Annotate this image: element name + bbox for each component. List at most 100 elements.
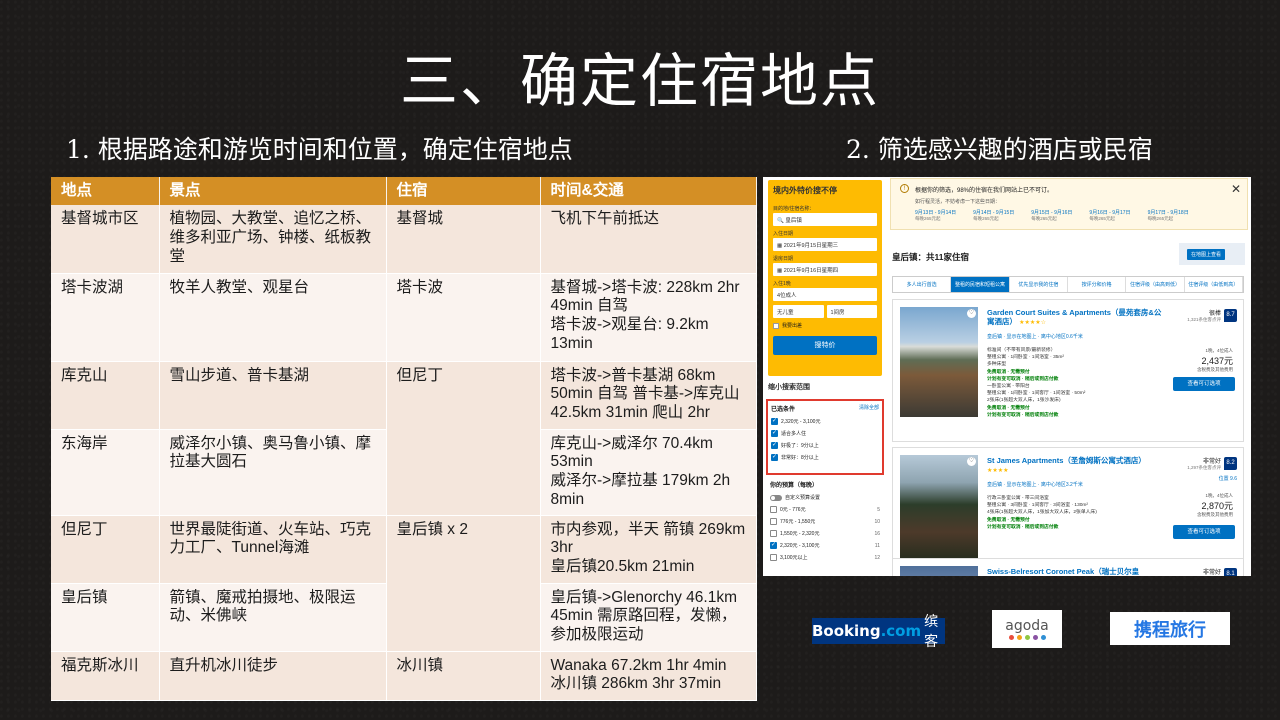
cell-sights: 牧羊人教堂、观星台 [159,273,387,362]
alt-date-link[interactable]: 9月14日 - 9月15日 每晚265元起 [973,209,1014,222]
close-icon[interactable]: ✕ [1231,182,1241,196]
date-price: 每晚265元起 [973,216,999,221]
hotel-name[interactable]: Garden Court Suites & Apartments（曼苑套房&公寓… [987,308,1162,328]
destination-input[interactable]: 🔍 皇后镇 [773,213,877,226]
clear-all-link[interactable]: 清除全部 [859,404,879,413]
sort-tab[interactable]: 按评分和价格 [1068,277,1127,292]
checkbox-icon [770,518,777,525]
heart-icon[interactable]: ♡ [967,457,976,466]
room-details: 标准间（不带有风景/最新装修） 整租公寓 · 1间卧室 · 1间浴室 · 35m… [987,347,1157,419]
sort-tab[interactable]: 优先显示我的住宿 [1010,277,1068,292]
sort-tab[interactable]: 多人出行首选 [893,277,952,292]
star-rating: ★★★★☆ [1019,320,1046,327]
header-place: 地点 [51,177,160,205]
cell-sights: 威泽尔小镇、奥马鲁小镇、摩拉基大圆石 [159,429,387,516]
budget-option[interactable]: 1,550元 - 2,320元 16 [770,530,880,537]
work-trip-checkbox[interactable]: 我要出差 [768,318,882,333]
selected-filter[interactable]: ✓ 非常好：8分以上 [771,454,879,461]
selected-filter[interactable]: ✓ 适合多人住 [771,430,879,437]
alt-date-link[interactable]: 9月13日 - 9月14日 每晚265元起 [915,209,956,222]
room-info: 整租公寓 · 3间卧室 · 1间客厅 · 3间浴室 · 130m² [987,503,1089,509]
rating-label: 很棒 1,321条住客点评 [1187,308,1221,323]
option-count: 5 [877,506,880,513]
selected-filter[interactable]: ✓ 好极了：9分以上 [771,442,879,449]
budget-option[interactable]: 3,100元以上 12 [770,554,880,561]
hotel-photo[interactable] [900,455,978,565]
check-icon: ✓ [771,454,778,461]
room-details: 行政三卧室公寓 - 带三间浴室 整租公寓 · 3间卧室 · 1间客厅 · 3间浴… [987,495,1157,531]
sort-tab[interactable]: 整租的民宿和短租公寓 [951,277,1010,292]
price: 2,870元 [1201,501,1233,511]
free-cancel: 免费取消 · 无需预付 [987,405,1030,411]
see-availability-button[interactable]: 查看可订选项 [1173,525,1235,539]
availability-notice: ! 根据你的筛选，98%的住宿在我们网站上已不可订。 如行程灵活，不妨考虑一下这… [890,178,1248,230]
logo-strip: Booking .com 缤客 agoda 携程旅行 [0,610,1280,650]
checkout-value: 2021年9月16日星期四 [783,268,839,274]
hotel-location[interactable]: 皇后镇 · 显示在地图上 · 离中心地区0.6千米 [987,333,1083,340]
destination-value: 皇后镇 [785,218,802,224]
alt-date-link[interactable]: 9月16日 - 9月17日 每晚265元起 [1089,209,1130,222]
see-availability-button[interactable]: 查看可订选项 [1173,377,1235,391]
room-name: 行政三卧室公寓 - 带三间浴室 [987,496,1049,501]
cell-place: 基督城市区 [51,205,160,274]
agoda-logo-text: agoda [1005,618,1049,634]
map-preview[interactable]: 在地图上查看 [1179,243,1245,265]
sort-tabs: 多人出行首选 整租的民宿和短租公寓 优先显示我的住宿 按评分和价格 住宿评级（由… [892,276,1244,293]
cancel-note: 计划有变可取消 · 稍后或到店付款 [987,412,1059,418]
hotel-name[interactable]: St James Apartments（圣詹姆斯公寓式酒店） ★★★★ [987,456,1162,476]
hotel-name[interactable]: Swiss-Belresort Coronet Peak（瑞士贝尔皇 [987,567,1162,576]
cell-transport: 库克山->威泽尔 70.4km 53min 威泽尔->摩拉基 179km 2h … [540,429,757,516]
search-button[interactable]: 搜特价 [773,336,877,355]
cell-sights: 雪山步道、普卡基湖 [159,361,387,430]
cell-place: 但尼丁 [51,515,160,584]
review-score: 8.7 [1224,309,1237,322]
filter-label: 2,320元 - 3,100元 [781,419,821,425]
map-button[interactable]: 在地图上查看 [1187,249,1226,260]
rooms-select[interactable]: 1间房 [826,305,877,318]
header-stay: 住宿 [386,177,541,205]
booking-logo: Booking .com 缤客 [812,614,945,650]
cell-transport: Wanaka 67.2km 1hr 4min 冰川镇 286km 3hr 37m… [540,651,757,701]
review-score: 8.2 [1224,457,1237,470]
sort-tab[interactable]: 住宿评级（由低到高） [1185,277,1243,292]
cell-transport: 飞机下午前抵达 [540,205,757,274]
selected-filter[interactable]: ✓ 2,320元 - 3,100元 [771,418,879,425]
filter-label: 非常好：8分以上 [781,455,819,461]
results-header: 皇后镇：共11家住宿 [892,252,969,262]
children-select[interactable]: 无儿童 [773,305,824,318]
hotel-location[interactable]: 皇后镇 · 显示在地图上 · 离中心地区3.2千米 [987,481,1083,488]
cell-transport: 基督城->塔卡波: 228km 2hr 49min 自驾 塔卡波->观星台: 9… [540,273,757,362]
review-score: 8.1 [1224,568,1237,576]
adults-select[interactable]: 4位成人 [773,288,877,301]
hotel-card: ♡ Garden Court Suites & Apartments（曼苑套房&… [892,299,1244,442]
table-header-row: 地点 景点 住宿 时间&交通 [51,177,757,205]
budget-option[interactable]: ✓ 2,320元 - 3,100元 11 [770,542,880,549]
free-cancel: 免费取消 · 无需预付 [987,369,1030,375]
cell-transport: 市内参观，半天 箭镇 269km 3hr 皇后镇20.5km 21min [540,515,757,584]
hotel-name-text: Garden Court Suites & Apartments（曼苑套房&公寓… [987,308,1162,327]
check-icon: ✓ [770,542,777,549]
checkout-field[interactable]: ▦ 2021年9月16日星期四 [773,263,877,276]
stay-summary: 1晚，4位成人 [1205,348,1233,353]
cell-sights: 植物园、大教堂、追忆之桥、维多利亚广场、钟楼、纸板教堂 [159,205,387,274]
heart-icon[interactable]: ♡ [967,309,976,318]
alt-date-link[interactable]: 9月15日 - 9月16日 每晚265元起 [1031,209,1072,222]
sort-tab[interactable]: 住宿评级（由高到低） [1126,277,1185,292]
rating-word: 非常好 [1202,570,1221,576]
header-transport: 时间&交通 [540,177,757,205]
room-name: 一卧室公寓 - 带阳台 [987,383,1030,389]
hotel-photo[interactable] [900,307,978,417]
alt-dates: 9月13日 - 9月14日 每晚265元起 9月14日 - 9月15日 每晚265元… [915,209,1189,222]
booking-logo-text: Booking [812,622,881,640]
alt-date-link[interactable]: 9月17日 - 9月18日 每晚265元起 [1148,209,1189,222]
stay-summary: 1晚，4位成人 [1205,493,1233,498]
budget-option[interactable]: 776元 - 1,550元 10 [770,518,880,525]
budget-toggle[interactable]: 自定义预算设置 [770,494,880,501]
checkin-field[interactable]: ▦ 2021年9月15日星期三 [773,238,877,251]
hotel-photo[interactable] [900,566,978,576]
selected-filters: 已选条件 清除全部 ✓ 2,320元 - 3,100元 ✓ 适合多人住 ✓ 好极了：9分… [766,399,884,475]
hotel-card: Swiss-Belresort Coronet Peak（瑞士贝尔皇 非常好 8… [892,558,1244,576]
budget-option[interactable]: 0元 - 776元 5 [770,506,880,513]
cell-place: 库克山 [51,361,160,430]
review-count: 1,321条住客点评 [1187,317,1221,322]
